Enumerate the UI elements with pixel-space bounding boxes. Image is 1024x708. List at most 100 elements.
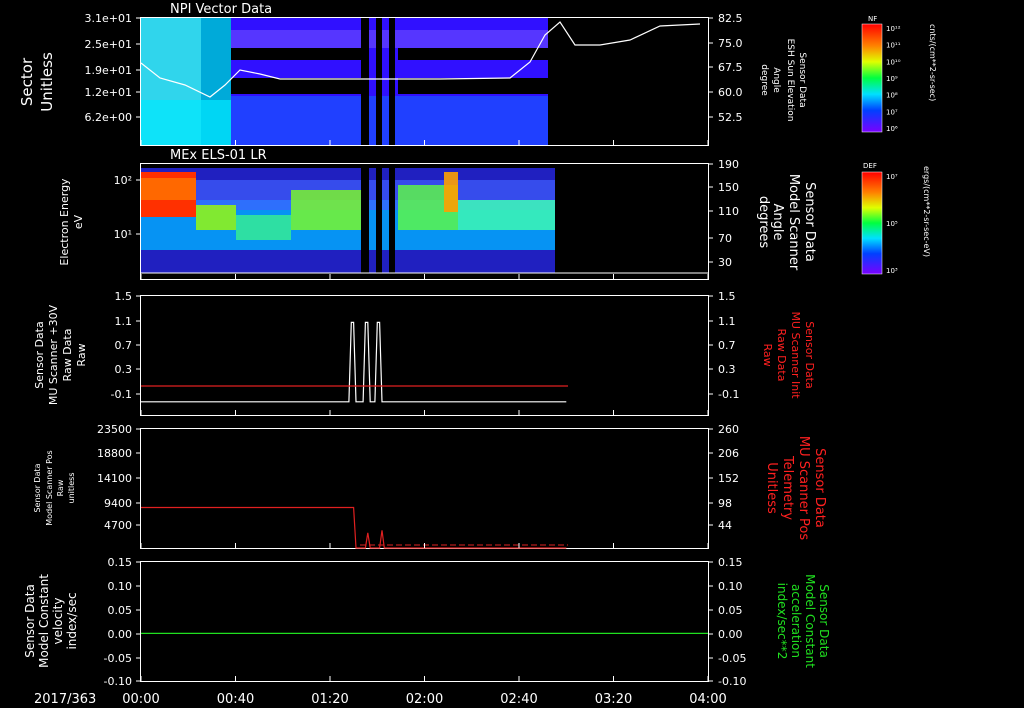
colorbar-nf: NF 10¹² 10¹¹ 10¹⁰ 10⁹ 10⁸ 10⁷ 10⁶ cnts/(cm**2-…: [861, 15, 937, 133]
panel-5-frame: [140, 561, 709, 682]
telemetry-chart: 3.1e+01 2.5e+01 1.9e+01 1.2e+01 6.2e+00 82.5 7…: [18, 2, 937, 707]
panel-1-heatmap: [141, 18, 548, 145]
left-tick-label: 0.7: [115, 339, 133, 352]
right-tick-label: 1.5: [718, 290, 736, 303]
panel-2-heatmap: [141, 168, 555, 273]
right-axis-label: Model Scanner: [786, 174, 801, 271]
right-axis-label: Angle: [771, 67, 781, 93]
left-axis-label: Sensor Data: [33, 463, 42, 512]
left-tick-label: 9400: [104, 497, 132, 510]
left-axis-label: Unitless: [38, 52, 56, 112]
right-tick-label: 82.5: [718, 12, 743, 25]
right-tick-label: 190: [718, 158, 739, 171]
right-tick-label: 0.00: [718, 628, 743, 641]
right-axis-label: MU Scanner Init: [789, 311, 802, 399]
panel-3-frame: [140, 295, 709, 416]
right-tick-label: -0.1: [718, 388, 739, 401]
left-tick-label: 18800: [97, 447, 132, 460]
panel-1-title: NPI Vector Data: [170, 2, 272, 17]
time-tick-label: 04:00: [689, 692, 726, 707]
colorbar-def: DEF 10⁷ 10⁵ 10³ ergs/(cm**2-sr-sec-eV): [861, 162, 931, 275]
left-tick-label: 10¹: [114, 228, 132, 241]
right-axis-label: Sensor Data: [797, 52, 807, 107]
right-tick-label: 44: [718, 519, 732, 532]
left-axis-label: unitless: [67, 473, 76, 504]
right-tick-label: 0.05: [718, 604, 743, 617]
right-tick-label: 0.7: [718, 339, 736, 352]
colorbar-tick-label: 10¹²: [886, 25, 901, 33]
left-axis-label: Raw Data: [61, 329, 74, 382]
right-tick-label: 260: [718, 423, 739, 436]
colorbar-tick-label: 10³: [886, 267, 898, 275]
right-tick-label: -0.05: [718, 652, 746, 665]
left-axis-label: index/sec: [65, 592, 79, 649]
right-axis-label: Sensor Data: [817, 584, 831, 658]
left-axis-label: Electron Energy: [58, 178, 71, 266]
time-tick-label: 02:00: [406, 692, 443, 707]
right-axis-label: MU Scanner Pos: [796, 436, 811, 541]
left-tick-label: 1.5: [115, 290, 133, 303]
left-tick-label: -0.05: [104, 652, 132, 665]
left-tick-label: 1.2e+01: [85, 86, 132, 99]
colorbar-tick-label: 10⁹: [886, 75, 898, 83]
left-axis-label: Sensor Data: [33, 321, 46, 388]
left-tick-label: -0.10: [104, 675, 132, 688]
time-tick-label: 03:20: [595, 692, 632, 707]
time-tick-label: 02:40: [500, 692, 537, 707]
left-axis-label: Model Constant: [37, 574, 51, 668]
right-tick-label: -0.10: [718, 675, 746, 688]
doy-label: 2017/363: [34, 692, 96, 707]
right-axis-label: Raw Data: [775, 329, 788, 382]
left-axis-label: Model Scanner Pos: [45, 450, 54, 525]
left-axis-label: velocity: [51, 598, 65, 645]
left-tick-label: 23500: [97, 423, 132, 436]
right-axis-label: Sensor Data: [812, 448, 827, 528]
right-tick-label: 0.3: [718, 363, 736, 376]
right-axis-label: Telemetry: [780, 455, 795, 520]
left-axis-label: MU Scanner +30V: [47, 304, 60, 405]
left-axis-label: Raw: [56, 479, 65, 496]
scanner-pos-raw-line: [141, 506, 567, 549]
mu-scanner-30v-line: [141, 321, 567, 403]
time-tick-label: 01:20: [311, 692, 348, 707]
right-axis-label: Sensor Data: [802, 182, 817, 262]
left-axis-label: eV: [72, 214, 85, 229]
right-tick-label: 110: [718, 205, 739, 218]
right-tick-label: 98: [718, 497, 732, 510]
right-tick-label: 67.5: [718, 61, 743, 74]
colorbar-tick-label: 10⁵: [886, 220, 898, 228]
time-tick-label: 00:00: [122, 692, 159, 707]
right-tick-label: 70: [718, 232, 732, 245]
left-tick-label: 0.3: [115, 363, 133, 376]
colorbar-nf-unit: cnts/(cm**2-sr-sec): [928, 24, 937, 101]
right-axis-label: Raw: [761, 343, 774, 366]
colorbar-tick-label: 10⁶: [886, 125, 898, 133]
right-axis-label: Angle: [770, 204, 785, 241]
panel-4-frame: [140, 428, 709, 549]
left-tick-label: 0.10: [108, 580, 133, 593]
left-tick-label: 2.5e+01: [85, 38, 132, 51]
left-tick-label: -0.1: [111, 388, 132, 401]
panel-2-title: MEx ELS-01 LR: [170, 148, 267, 163]
right-tick-label: 150: [718, 181, 739, 194]
right-tick-label: 1.1: [718, 315, 736, 328]
colorbar-nf-title: NF: [868, 15, 877, 23]
right-axis-label: degrees: [756, 196, 771, 249]
left-tick-label: 0.00: [108, 628, 133, 641]
time-tick-label: 00:40: [217, 692, 254, 707]
left-tick-label: 0.15: [108, 556, 133, 569]
right-tick-label: 152: [718, 472, 739, 485]
right-tick-label: 30: [718, 256, 732, 269]
right-axis-label: Model Constant: [803, 574, 817, 668]
left-axis-label: Sensor Data: [23, 584, 37, 658]
left-axis-label: Raw: [75, 343, 88, 366]
colorbar-def-unit: ergs/(cm**2-sr-sec-eV): [922, 166, 931, 257]
right-tick-label: 60.0: [718, 86, 743, 99]
left-tick-label: 14100: [97, 472, 132, 485]
right-axis-label: Sensor Data: [803, 321, 816, 388]
left-tick-label: 1.1: [115, 315, 133, 328]
right-tick-label: 206: [718, 447, 739, 460]
right-axis-label: acceleration: [789, 584, 803, 658]
right-axis-label: ESH Sun Elevation: [785, 39, 795, 122]
right-axis-label: Unitless: [764, 462, 779, 514]
